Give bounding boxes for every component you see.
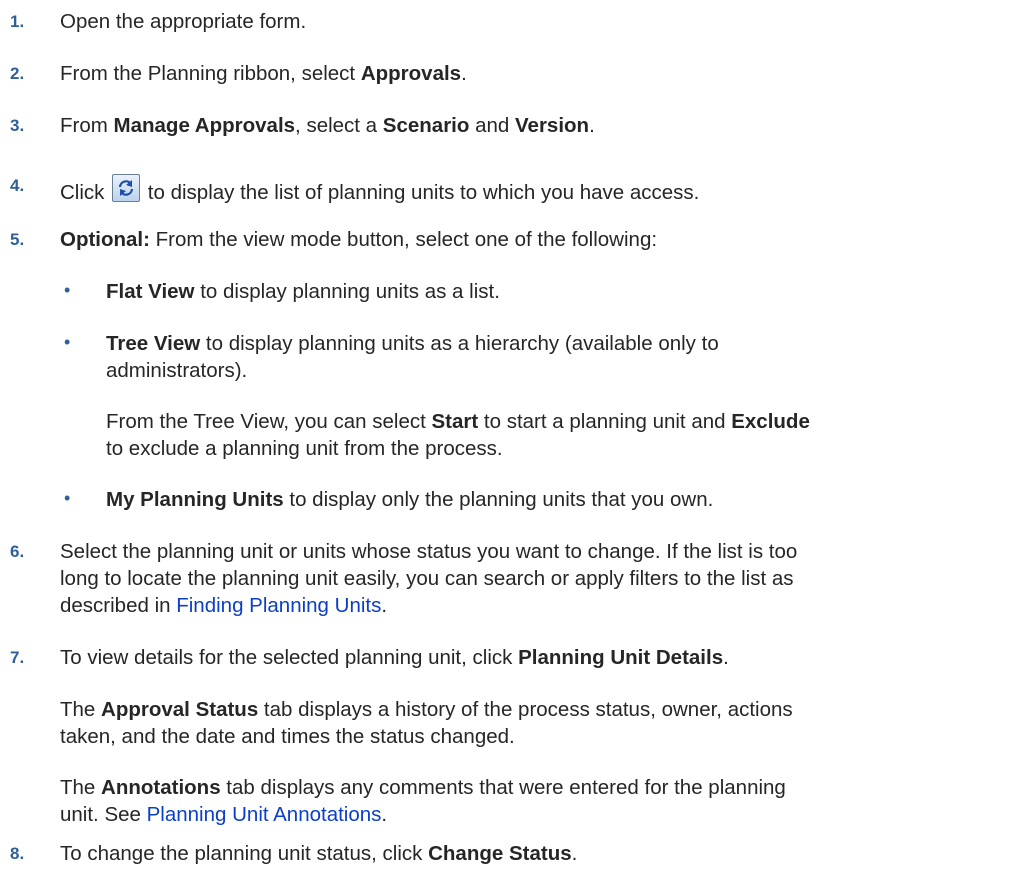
text-fragment: From the Planning ribbon, select	[60, 62, 361, 85]
bullet-icon: •	[64, 332, 71, 352]
text-fragment: The	[60, 698, 102, 721]
text-fragment: described in	[60, 594, 177, 617]
step-text-line1: Select the planning unit or units whose …	[60, 540, 798, 563]
refresh-icon[interactable]	[112, 174, 141, 202]
step-text: From the Planning ribbon, select Approva…	[60, 62, 1020, 86]
start-label: Start	[431, 410, 479, 433]
text-fragment: Click	[60, 181, 111, 204]
note-line1: The Approval Status tab displays a histo…	[60, 698, 1020, 722]
step-number: 3.	[10, 116, 25, 135]
text-fragment: .	[571, 842, 578, 865]
text-fragment: .	[381, 594, 388, 617]
step-text: From Manage Approvals, select a Scenario…	[60, 114, 1020, 138]
text-fragment: From	[60, 114, 114, 137]
option-text: Flat View to display planning units as a…	[106, 280, 1020, 304]
step-number: 5.	[10, 230, 25, 249]
version-label: Version	[515, 114, 590, 137]
step-text-line2: long to locate the planning unit easily,…	[60, 567, 794, 590]
step-number: 1.	[10, 12, 25, 31]
change-status-label: Change Status	[428, 842, 572, 865]
text-fragment: tab displays a history of the process st…	[258, 698, 793, 721]
option-text-line2: administrators).	[106, 359, 248, 382]
approval-status-label: Approval Status	[101, 698, 259, 721]
text-fragment: , select a	[295, 114, 383, 137]
text-fragment: to display planning units as a hierarchy…	[200, 332, 719, 355]
step-text: To change the planning unit status, clic…	[60, 842, 1020, 866]
step-text: To view details for the selected plannin…	[60, 646, 1020, 670]
planning-unit-details-label: Planning Unit Details	[518, 646, 724, 669]
step-number: 2.	[10, 64, 25, 83]
text-fragment: From the view mode button, select one of…	[149, 228, 658, 251]
bullet-icon: •	[64, 280, 71, 300]
text-fragment: unit. See	[60, 803, 147, 826]
note-line2: unit. See Planning Unit Annotations.	[60, 803, 1020, 827]
text-fragment: and	[469, 114, 516, 137]
approvals-label: Approvals	[360, 62, 462, 85]
instructions-page: 1. Open the appropriate form. 2. From th…	[0, 0, 1020, 872]
step-number: 7.	[10, 648, 25, 667]
text-fragment: to display the list of planning units to…	[142, 181, 700, 204]
text-fragment: to display planning units as a list.	[194, 280, 500, 303]
step-number: 4.	[10, 176, 25, 195]
text-fragment: .	[461, 62, 467, 85]
text-fragment: From the Tree View, you can select	[106, 410, 432, 433]
step-text-line3: described in Finding Planning Units.	[60, 594, 1020, 618]
text-fragment: .	[381, 803, 388, 826]
scenario-label: Scenario	[382, 114, 470, 137]
text-fragment: to display only the planning units that …	[283, 488, 714, 511]
planning-unit-annotations-link[interactable]: Planning Unit Annotations	[147, 803, 382, 826]
note-line1: From the Tree View, you can select Start…	[106, 410, 1020, 434]
note-line2: taken, and the date and times the status…	[60, 725, 515, 748]
flat-view-label: Flat View	[106, 280, 195, 303]
step-text: Optional: From the view mode button, sel…	[60, 228, 1020, 252]
optional-label: Optional:	[60, 228, 150, 251]
step-number: 6.	[10, 542, 25, 561]
step-text: Open the appropriate form.	[60, 10, 307, 33]
bullet-icon: •	[64, 488, 71, 508]
text-fragment: tab displays any comments that were ente…	[220, 776, 786, 799]
annotations-label: Annotations	[101, 776, 221, 799]
exclude-label: Exclude	[731, 410, 810, 433]
text-fragment: .	[589, 114, 595, 137]
my-planning-units-label: My Planning Units	[106, 488, 284, 511]
step-text: Click to display the list of planning un…	[60, 174, 1020, 205]
text-fragment: .	[723, 646, 729, 669]
option-text: My Planning Units to display only the pl…	[106, 488, 1020, 512]
text-fragment: The	[60, 776, 102, 799]
manage-approvals-label: Manage Approvals	[113, 114, 296, 137]
tree-view-label: Tree View	[106, 332, 201, 355]
note-line2: to exclude a planning unit from the proc…	[106, 437, 503, 460]
text-fragment: To view details for the selected plannin…	[60, 646, 519, 669]
text-fragment: To change the planning unit status, clic…	[60, 842, 429, 865]
step-number: 8.	[10, 844, 25, 863]
finding-planning-units-link[interactable]: Finding Planning Units	[176, 594, 381, 617]
option-text: Tree View to display planning units as a…	[106, 332, 1020, 356]
text-fragment: to start a planning unit and	[478, 410, 732, 433]
note-line1: The Annotations tab displays any comment…	[60, 776, 1020, 800]
